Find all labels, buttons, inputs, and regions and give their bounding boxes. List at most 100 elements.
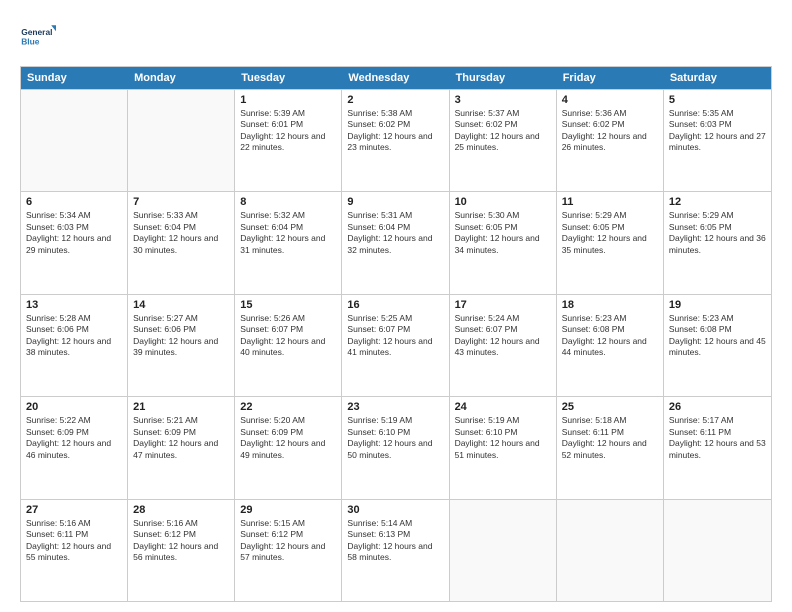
calendar-day-29: 29 Sunrise: 5:15 AMSunset: 6:12 PMDayligh… — [235, 500, 342, 601]
day-number: 13 — [26, 299, 122, 311]
calendar: SundayMondayTuesdayWednesdayThursdayFrid… — [20, 66, 772, 602]
cell-info: Sunrise: 5:38 AMSunset: 6:02 PMDaylight:… — [347, 108, 432, 152]
calendar-day-28: 28 Sunrise: 5:16 AMSunset: 6:12 PMDayligh… — [128, 500, 235, 601]
day-number: 10 — [455, 196, 551, 208]
cell-info: Sunrise: 5:29 AMSunset: 6:05 PMDaylight:… — [562, 210, 647, 254]
calendar-day-16: 16 Sunrise: 5:25 AMSunset: 6:07 PMDayligh… — [342, 295, 449, 396]
calendar-day-25: 25Sunrise: 5:18 AMSunset: 6:11 PMDayligh… — [557, 397, 664, 498]
day-number: 11 — [562, 196, 658, 208]
calendar-week-1: 1 Sunrise: 5:39 AMSunset: 6:01 PMDaylight… — [21, 89, 771, 191]
cell-info: Sunrise: 5:31 AMSunset: 6:04 PMDaylight:… — [347, 210, 432, 254]
header-day-thursday: Thursday — [450, 67, 557, 89]
svg-text:General: General — [21, 27, 52, 37]
cell-info: Sunrise: 5:29 AMSunset: 6:05 PMDaylight:… — [669, 210, 766, 254]
cell-info: Sunrise: 5:16 AMSunset: 6:12 PMDaylight:… — [133, 518, 218, 562]
cell-info: Sunrise: 5:17 AMSunset: 6:11 PMDaylight:… — [669, 415, 766, 459]
calendar-body: 1 Sunrise: 5:39 AMSunset: 6:01 PMDaylight… — [21, 89, 771, 601]
calendar-day-18: 18 Sunrise: 5:23 AMSunset: 6:08 PMDayligh… — [557, 295, 664, 396]
day-number: 14 — [133, 299, 229, 311]
calendar-day-2: 2 Sunrise: 5:38 AMSunset: 6:02 PMDaylight… — [342, 90, 449, 191]
day-number: 3 — [455, 94, 551, 106]
calendar-day-10: 10 Sunrise: 5:30 AMSunset: 6:05 PMDayligh… — [450, 192, 557, 293]
calendar-day-6: 6Sunrise: 5:34 AMSunset: 6:03 PMDaylight… — [21, 192, 128, 293]
cell-info: Sunrise: 5:20 AMSunset: 6:09 PMDaylight:… — [240, 415, 325, 459]
calendar-day-20: 20 Sunrise: 5:22 AMSunset: 6:09 PMDayligh… — [21, 397, 128, 498]
day-number: 21 — [133, 401, 229, 413]
day-number: 7 — [133, 196, 229, 208]
calendar-week-5: 27 Sunrise: 5:16 AMSunset: 6:11 PMDayligh… — [21, 499, 771, 601]
cell-info: Sunrise: 5:19 AMSunset: 6:10 PMDaylight:… — [347, 415, 432, 459]
svg-text:Blue: Blue — [21, 36, 40, 46]
day-number: 30 — [347, 504, 443, 516]
cell-info: Sunrise: 5:39 AMSunset: 6:01 PMDaylight:… — [240, 108, 325, 152]
cell-info: Sunrise: 5:21 AMSunset: 6:09 PMDaylight:… — [133, 415, 218, 459]
calendar-day-13: 13 Sunrise: 5:28 AMSunset: 6:06 PMDayligh… — [21, 295, 128, 396]
calendar-day-24: 24Sunrise: 5:19 AMSunset: 6:10 PMDayligh… — [450, 397, 557, 498]
cell-info: Sunrise: 5:37 AMSunset: 6:02 PMDaylight:… — [455, 108, 540, 152]
cell-info: Sunrise: 5:16 AMSunset: 6:11 PMDaylight:… — [26, 518, 111, 562]
calendar-day-4: 4Sunrise: 5:36 AMSunset: 6:02 PMDaylight… — [557, 90, 664, 191]
calendar-day-3: 3 Sunrise: 5:37 AMSunset: 6:02 PMDaylight… — [450, 90, 557, 191]
calendar-day-17: 17Sunrise: 5:24 AMSunset: 6:07 PMDayligh… — [450, 295, 557, 396]
calendar-day-12: 12 Sunrise: 5:29 AMSunset: 6:05 PMDayligh… — [664, 192, 771, 293]
day-number: 20 — [26, 401, 122, 413]
day-number: 28 — [133, 504, 229, 516]
day-number: 5 — [669, 94, 766, 106]
cell-info: Sunrise: 5:18 AMSunset: 6:11 PMDaylight:… — [562, 415, 647, 459]
page: General Blue SundayMondayTuesdayWednesda… — [0, 0, 792, 612]
header-day-monday: Monday — [128, 67, 235, 89]
cell-info: Sunrise: 5:27 AMSunset: 6:06 PMDaylight:… — [133, 313, 218, 357]
calendar-empty-cell — [21, 90, 128, 191]
day-number: 15 — [240, 299, 336, 311]
cell-info: Sunrise: 5:15 AMSunset: 6:12 PMDaylight:… — [240, 518, 325, 562]
calendar-empty-cell — [450, 500, 557, 601]
calendar-empty-cell — [664, 500, 771, 601]
calendar-day-11: 11 Sunrise: 5:29 AMSunset: 6:05 PMDayligh… — [557, 192, 664, 293]
day-number: 12 — [669, 196, 766, 208]
calendar-day-23: 23 Sunrise: 5:19 AMSunset: 6:10 PMDayligh… — [342, 397, 449, 498]
cell-info: Sunrise: 5:23 AMSunset: 6:08 PMDaylight:… — [562, 313, 647, 357]
cell-info: Sunrise: 5:28 AMSunset: 6:06 PMDaylight:… — [26, 313, 111, 357]
calendar-week-2: 6Sunrise: 5:34 AMSunset: 6:03 PMDaylight… — [21, 191, 771, 293]
header: General Blue — [20, 18, 772, 54]
day-number: 19 — [669, 299, 766, 311]
header-day-friday: Friday — [557, 67, 664, 89]
cell-info: Sunrise: 5:22 AMSunset: 6:09 PMDaylight:… — [26, 415, 111, 459]
day-number: 16 — [347, 299, 443, 311]
calendar-day-14: 14 Sunrise: 5:27 AMSunset: 6:06 PMDayligh… — [128, 295, 235, 396]
calendar-week-4: 20 Sunrise: 5:22 AMSunset: 6:09 PMDayligh… — [21, 396, 771, 498]
calendar-day-30: 30 Sunrise: 5:14 AMSunset: 6:13 PMDayligh… — [342, 500, 449, 601]
cell-info: Sunrise: 5:35 AMSunset: 6:03 PMDaylight:… — [669, 108, 766, 152]
calendar-week-3: 13 Sunrise: 5:28 AMSunset: 6:06 PMDayligh… — [21, 294, 771, 396]
day-number: 27 — [26, 504, 122, 516]
day-number: 4 — [562, 94, 658, 106]
logo-svg: General Blue — [20, 18, 56, 54]
calendar-day-7: 7 Sunrise: 5:33 AMSunset: 6:04 PMDaylight… — [128, 192, 235, 293]
day-number: 23 — [347, 401, 443, 413]
cell-info: Sunrise: 5:33 AMSunset: 6:04 PMDaylight:… — [133, 210, 218, 254]
day-number: 2 — [347, 94, 443, 106]
day-number: 8 — [240, 196, 336, 208]
calendar-day-26: 26 Sunrise: 5:17 AMSunset: 6:11 PMDayligh… — [664, 397, 771, 498]
logo: General Blue — [20, 18, 56, 54]
day-number: 1 — [240, 94, 336, 106]
cell-info: Sunrise: 5:34 AMSunset: 6:03 PMDaylight:… — [26, 210, 111, 254]
calendar-day-19: 19 Sunrise: 5:23 AMSunset: 6:08 PMDayligh… — [664, 295, 771, 396]
cell-info: Sunrise: 5:25 AMSunset: 6:07 PMDaylight:… — [347, 313, 432, 357]
header-day-tuesday: Tuesday — [235, 67, 342, 89]
day-number: 9 — [347, 196, 443, 208]
calendar-day-21: 21 Sunrise: 5:21 AMSunset: 6:09 PMDayligh… — [128, 397, 235, 498]
day-number: 26 — [669, 401, 766, 413]
day-number: 18 — [562, 299, 658, 311]
calendar-empty-cell — [128, 90, 235, 191]
cell-info: Sunrise: 5:14 AMSunset: 6:13 PMDaylight:… — [347, 518, 432, 562]
calendar-day-1: 1 Sunrise: 5:39 AMSunset: 6:01 PMDaylight… — [235, 90, 342, 191]
calendar-day-5: 5 Sunrise: 5:35 AMSunset: 6:03 PMDaylight… — [664, 90, 771, 191]
cell-info: Sunrise: 5:30 AMSunset: 6:05 PMDaylight:… — [455, 210, 540, 254]
cell-info: Sunrise: 5:24 AMSunset: 6:07 PMDaylight:… — [455, 313, 540, 357]
header-day-saturday: Saturday — [664, 67, 771, 89]
calendar-day-27: 27 Sunrise: 5:16 AMSunset: 6:11 PMDayligh… — [21, 500, 128, 601]
cell-info: Sunrise: 5:23 AMSunset: 6:08 PMDaylight:… — [669, 313, 766, 357]
day-number: 29 — [240, 504, 336, 516]
cell-info: Sunrise: 5:26 AMSunset: 6:07 PMDaylight:… — [240, 313, 325, 357]
